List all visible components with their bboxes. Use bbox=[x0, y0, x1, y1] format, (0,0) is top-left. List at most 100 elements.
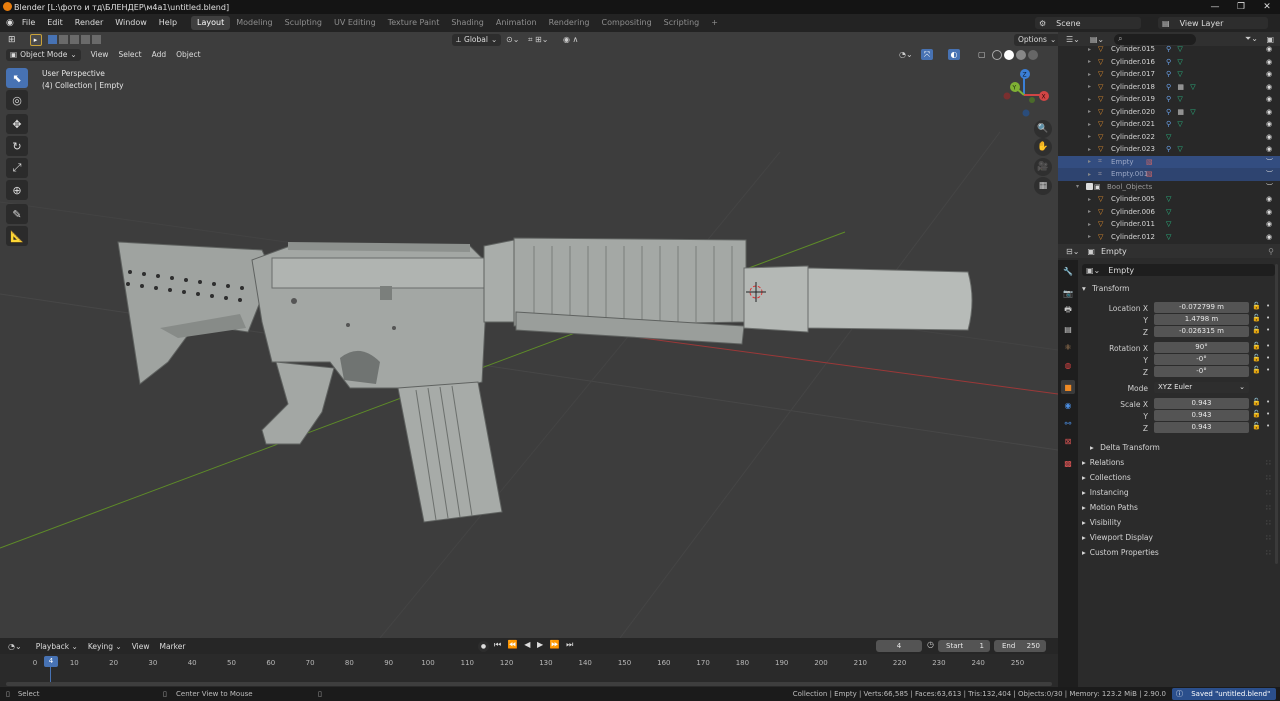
eye-icon[interactable]: ◉ bbox=[1266, 108, 1272, 116]
scene-selector[interactable]: ⚙ Scene bbox=[1035, 17, 1141, 29]
eye-icon[interactable]: ◉ bbox=[1266, 45, 1272, 53]
keyframe-dot-icon[interactable]: • bbox=[1266, 342, 1270, 350]
outliner-row[interactable]: ▸ ▽ Cylinder.020 ⚲ ▦ ▽ ◉ bbox=[1058, 106, 1280, 119]
chevron-right-icon[interactable]: ▸ bbox=[1088, 171, 1091, 178]
menu-render[interactable]: Render bbox=[69, 14, 109, 32]
section-custom-properties[interactable]: ▸ Custom Properties ∷ bbox=[1082, 548, 1271, 557]
rendered-shading-icon[interactable] bbox=[1028, 49, 1038, 60]
options-dropdown[interactable]: Options ⌄ bbox=[1014, 33, 1058, 46]
tab-sculpting[interactable]: Sculpting bbox=[279, 16, 328, 30]
constraints-tab[interactable]: ⚯ bbox=[1061, 416, 1075, 430]
proportional-edit-icon[interactable]: ◉ ∧ bbox=[563, 35, 578, 44]
viewport-scene[interactable]: Z X Y bbox=[0, 32, 1058, 638]
close-button[interactable]: ✕ bbox=[1254, 0, 1280, 14]
wireframe-shading-icon[interactable] bbox=[992, 49, 1002, 60]
properties-scrollbar[interactable] bbox=[1275, 264, 1278, 564]
drag-handle-icon[interactable]: ∷ bbox=[1266, 548, 1271, 557]
drag-handle-icon[interactable]: ∷ bbox=[1266, 458, 1271, 467]
lock-icon[interactable]: 🔓 bbox=[1252, 314, 1261, 322]
outliner-row[interactable]: ▸ ▽ Cylinder.011 ▽ ◉ bbox=[1058, 218, 1280, 231]
menu-edit[interactable]: Edit bbox=[41, 14, 69, 32]
start-frame-field[interactable]: Start 1 bbox=[938, 640, 990, 652]
tab-scripting[interactable]: Scripting bbox=[658, 16, 706, 30]
tab-modeling[interactable]: Modeling bbox=[230, 16, 278, 30]
end-frame-field[interactable]: End 250 bbox=[994, 640, 1046, 652]
maximize-button[interactable]: ❐ bbox=[1228, 0, 1254, 14]
section-relations[interactable]: ▸ Relations ∷ bbox=[1082, 458, 1271, 467]
viewport-menu-view[interactable]: View bbox=[91, 50, 109, 59]
chevron-right-icon[interactable]: ▸ bbox=[1088, 158, 1091, 165]
rotation-z-field[interactable]: -0° bbox=[1154, 366, 1249, 377]
object-tab[interactable]: ■ bbox=[1061, 380, 1075, 394]
lock-icon[interactable]: 🔓 bbox=[1252, 410, 1261, 418]
keyframe-dot-icon[interactable]: • bbox=[1266, 422, 1270, 430]
eye-icon[interactable]: ◉ bbox=[1266, 145, 1272, 153]
outliner-row[interactable]: ▸ ▽ Cylinder.021 ⚲ ▽ ◉ bbox=[1058, 118, 1280, 131]
timeline-menu-marker[interactable]: Marker bbox=[160, 642, 186, 651]
transform-section-header[interactable]: ▾ Transform bbox=[1082, 284, 1129, 293]
perspective-toggle-button[interactable]: ▦ bbox=[1034, 177, 1052, 195]
overlays-toggle-icon[interactable]: ◐ bbox=[948, 49, 960, 60]
eye-icon[interactable]: ◉ bbox=[1266, 133, 1272, 141]
tab-layout[interactable]: Layout bbox=[191, 16, 231, 30]
record-button[interactable]: ● bbox=[478, 641, 489, 652]
chevron-right-icon[interactable]: ▸ bbox=[1088, 133, 1091, 140]
keyframe-dot-icon[interactable]: • bbox=[1266, 410, 1270, 418]
properties-editor-icon[interactable]: ⊟⌄ bbox=[1066, 247, 1079, 256]
keyframe-dot-icon[interactable]: • bbox=[1266, 366, 1270, 374]
tool-tab[interactable]: 🔧 bbox=[1061, 264, 1075, 278]
outliner-row[interactable]: ▸ ▽ Cylinder.019 ⚲ ▽ ◉ bbox=[1058, 93, 1280, 106]
chevron-right-icon[interactable]: ▸ bbox=[1088, 233, 1091, 240]
editor-type-icon[interactable]: ⊞ bbox=[8, 35, 16, 45]
keyframe-dot-icon[interactable]: • bbox=[1266, 326, 1270, 334]
section-instancing[interactable]: ▸ Instancing ∷ bbox=[1082, 488, 1271, 497]
keyframe-dot-icon[interactable]: • bbox=[1266, 302, 1270, 310]
outliner-row[interactable]: ▸ ⌗ Empty.001 ▧ ︶ bbox=[1058, 168, 1280, 181]
chevron-right-icon[interactable]: ▸ bbox=[1088, 146, 1091, 153]
cursor-tool[interactable]: ◎ bbox=[6, 90, 28, 110]
rotate-tool[interactable]: ↻ bbox=[6, 136, 28, 156]
chevron-right-icon[interactable]: ▸ bbox=[1088, 96, 1091, 103]
outliner-row[interactable]: ▸ ▽ Cylinder.017 ⚲ ▽ ◉ bbox=[1058, 68, 1280, 81]
section-collections[interactable]: ▸ Collections ∷ bbox=[1082, 473, 1271, 482]
chevron-right-icon[interactable]: ▸ bbox=[1088, 121, 1091, 128]
material-shading-icon[interactable] bbox=[1016, 49, 1026, 60]
location-z-field[interactable]: -0.026315 m bbox=[1154, 326, 1249, 337]
lock-icon[interactable]: 🔓 bbox=[1252, 354, 1261, 362]
outliner-row[interactable]: ▸ ▽ Cylinder.012 ▽ ◉ bbox=[1058, 231, 1280, 244]
world-tab[interactable]: ◍ bbox=[1061, 358, 1075, 372]
collection-checkbox[interactable] bbox=[1086, 183, 1093, 191]
move-tool[interactable]: ✥ bbox=[6, 114, 28, 134]
transform-tool[interactable]: ⊕ bbox=[6, 180, 28, 200]
viewport-menu-select[interactable]: Select bbox=[118, 50, 141, 59]
select-tool-icon[interactable]: ▸ bbox=[29, 33, 42, 46]
preview-range-icon[interactable]: ◷ bbox=[927, 640, 934, 649]
visibility-toggle-icon[interactable]: ︶ bbox=[1266, 157, 1273, 167]
eye-icon[interactable]: ◉ bbox=[1266, 208, 1272, 216]
rotation-y-field[interactable]: -0° bbox=[1154, 354, 1249, 365]
annotate-tool[interactable]: ✎ bbox=[6, 204, 28, 224]
visibility-icon[interactable]: ◔⌄ bbox=[899, 50, 913, 59]
viewport-menu-object[interactable]: Object bbox=[176, 50, 200, 59]
lock-icon[interactable]: 🔓 bbox=[1252, 342, 1261, 350]
visibility-toggle-icon[interactable]: ︶ bbox=[1266, 169, 1273, 179]
keyframe-dot-icon[interactable]: • bbox=[1266, 314, 1270, 322]
outliner-row[interactable]: ▸ ▽ Cylinder.016 ⚲ ▽ ◉ bbox=[1058, 56, 1280, 69]
rifle-model[interactable] bbox=[117, 237, 973, 523]
rotation-x-field[interactable]: 90° bbox=[1154, 342, 1249, 353]
view-layer-tab[interactable]: ▤ bbox=[1061, 322, 1075, 336]
snap-icon[interactable]: ⌗ ⊞⌄ bbox=[528, 35, 548, 45]
outliner-row[interactable]: ▸ ▽ Cylinder.006 ▽ ◉ bbox=[1058, 206, 1280, 219]
lock-icon[interactable]: 🔓 bbox=[1252, 366, 1261, 374]
keyframe-dot-icon[interactable]: • bbox=[1266, 354, 1270, 362]
select-mode-icons[interactable] bbox=[47, 35, 101, 44]
visibility-toggle-icon[interactable]: ︶ bbox=[1266, 182, 1273, 192]
location-x-field[interactable]: -0.072799 m bbox=[1154, 302, 1249, 313]
outliner-row[interactable]: ▾ ▣ Bool_Objects ︶ bbox=[1058, 181, 1280, 194]
object-name-field[interactable]: ▣⌄ Empty bbox=[1082, 264, 1275, 276]
section-visibility[interactable]: ▸ Visibility ∷ bbox=[1082, 518, 1271, 527]
drag-handle-icon[interactable]: ∷ bbox=[1266, 533, 1271, 542]
drag-handle-icon[interactable]: ∷ bbox=[1266, 503, 1271, 512]
pivot-point-icon[interactable]: ⊙⌄ bbox=[506, 35, 519, 44]
lock-icon[interactable]: 🔓 bbox=[1252, 326, 1261, 334]
